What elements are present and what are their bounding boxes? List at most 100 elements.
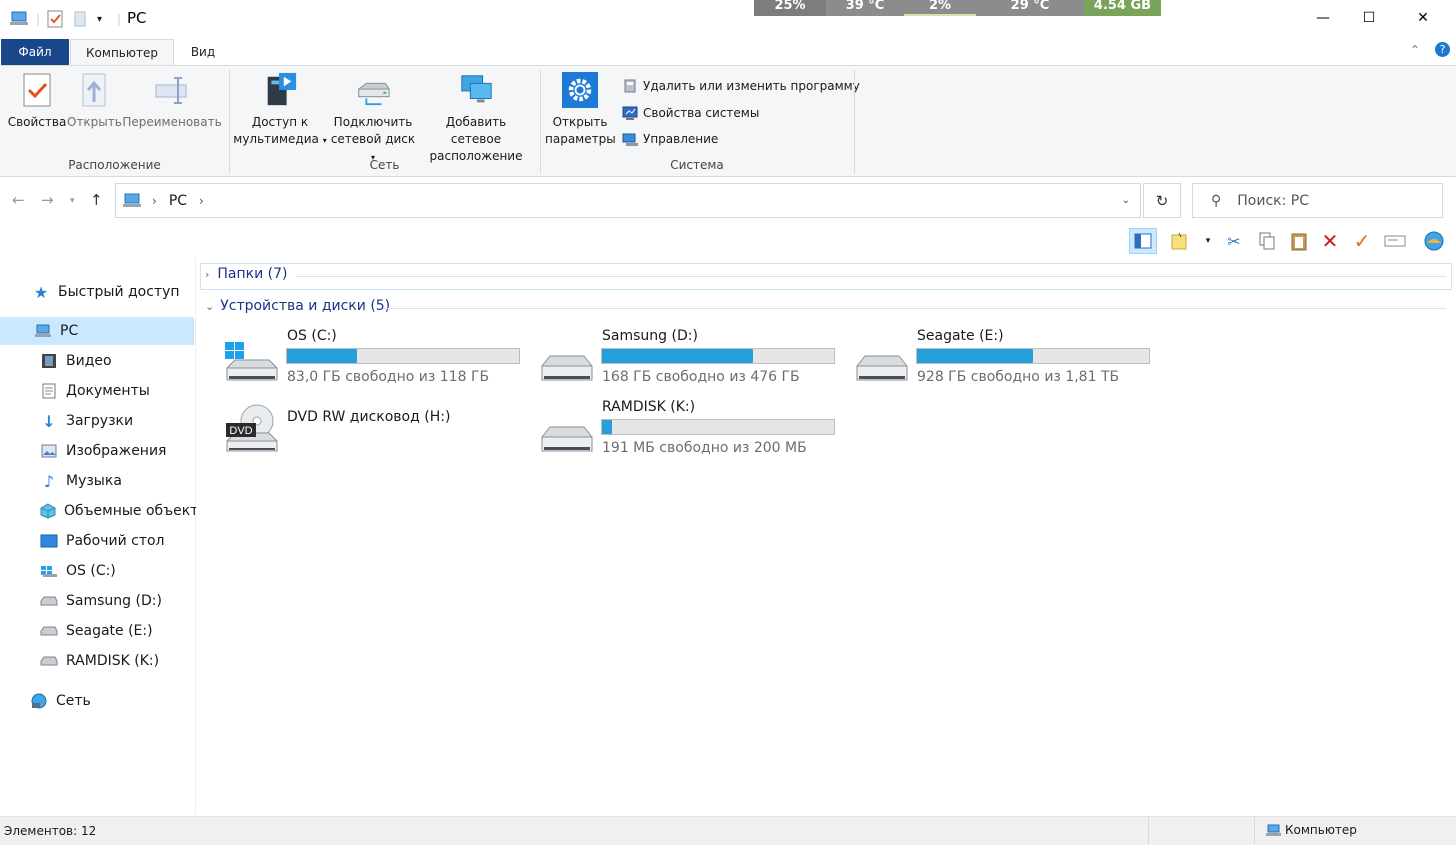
drive-icon xyxy=(40,592,58,610)
ribbon-panel: Свойства Открыть Переименовать Расположе… xyxy=(0,65,1456,177)
computer-icon xyxy=(1266,824,1281,836)
breadcrumb-chevron-icon[interactable]: › xyxy=(199,194,204,208)
address-dropdown-icon[interactable]: ⌄ xyxy=(1122,195,1130,206)
refresh-button[interactable]: ↻ xyxy=(1143,183,1181,218)
address-bar[interactable]: › PC › ⌄ xyxy=(115,183,1141,218)
system-properties-icon xyxy=(621,104,639,122)
devices-group-header[interactable]: ⌄ Устройства и диски (5) xyxy=(205,298,390,314)
recent-locations-icon[interactable]: ▾ xyxy=(70,196,75,206)
rename-field-icon[interactable] xyxy=(1383,228,1407,254)
network-icon xyxy=(30,692,48,710)
usage-bar-fill xyxy=(602,420,613,434)
usage-bar-fill xyxy=(602,349,753,363)
map-network-drive-button[interactable]: Подключить сетевой диск ▾ xyxy=(328,70,418,166)
uninstall-program-button[interactable]: Удалить или изменить программу xyxy=(621,75,860,97)
refresh-icon: ↻ xyxy=(1155,191,1169,210)
drive-tile-k[interactable]: RAMDISK (K:) 191 МБ свободно из 200 МБ xyxy=(536,397,841,461)
desktop-folder-icon xyxy=(40,532,58,550)
new-folder-quick-icon[interactable] xyxy=(74,10,86,28)
downloads-folder-icon: ↓ xyxy=(42,411,56,431)
gpu-usage: 2% xyxy=(904,0,976,16)
delete-icon[interactable]: ✕ xyxy=(1318,228,1342,254)
settings-gear-icon xyxy=(562,70,598,110)
quick-access-separator: | xyxy=(36,12,41,26)
sidebar-item-music[interactable]: ♪ Музыка xyxy=(40,467,122,495)
sidebar-item-drive-d[interactable]: Samsung (D:) xyxy=(40,587,162,615)
usage-bar xyxy=(286,348,520,364)
sidebar-item-drive-e[interactable]: Seagate (E:) xyxy=(40,617,153,645)
add-network-location-button[interactable]: Добавить сетевое расположение xyxy=(419,70,533,165)
drive-tile-e[interactable]: Seagate (E:) 928 ГБ свободно из 1,81 ТБ xyxy=(851,326,1156,390)
network-group-label: Сеть xyxy=(369,158,400,172)
dvd-drive-icon: DVD xyxy=(223,403,279,458)
ram-usage: 4.54 GB xyxy=(1084,0,1161,16)
rename-button[interactable]: Переименовать xyxy=(122,70,222,131)
search-icon: ⚲ xyxy=(1211,192,1222,209)
drive-icon xyxy=(853,352,909,387)
open-settings-button[interactable]: Открыть параметры xyxy=(545,70,616,148)
close-button[interactable]: ✕ xyxy=(1400,0,1446,36)
properties-icon xyxy=(19,70,55,110)
sidebar-item-3d-objects[interactable]: Объемные объекты xyxy=(40,497,196,525)
search-input[interactable]: Поиск: PC xyxy=(1237,193,1309,209)
breadcrumb-pc[interactable]: PC xyxy=(169,193,187,209)
sidebar-item-drive-c[interactable]: OS (C:) xyxy=(40,557,116,585)
up-arrow-icon[interactable]: ↑ xyxy=(90,191,103,209)
manage-button[interactable]: Управление xyxy=(621,128,718,150)
sidebar-item-desktop[interactable]: Рабочий стол xyxy=(40,527,165,555)
sidebar-item-drive-k[interactable]: RAMDISK (K:) xyxy=(40,647,159,675)
windows-drive-icon xyxy=(223,340,279,387)
sidebar-item-documents[interactable]: Документы xyxy=(40,377,150,405)
svg-text:DVD: DVD xyxy=(229,425,252,437)
copy-icon[interactable] xyxy=(1255,228,1279,254)
sidebar-item-downloads[interactable]: ↓ Загрузки xyxy=(40,407,133,435)
paste-icon[interactable] xyxy=(1287,228,1311,254)
collapse-ribbon-icon[interactable]: ⌃ xyxy=(1410,43,1420,57)
sidebar-item-pc[interactable]: PC xyxy=(0,317,194,345)
status-bar: Элементов: 12 Компьютер xyxy=(0,816,1456,845)
navigation-pane: ★ Быстрый доступ PC Видео Документы ↓ За… xyxy=(0,257,196,815)
tab-view[interactable]: Вид xyxy=(175,39,231,65)
breadcrumb-chevron-icon[interactable]: › xyxy=(152,194,157,208)
toolbar-dropdown-icon[interactable]: ▾ xyxy=(1196,228,1220,254)
open-icon xyxy=(76,70,112,110)
pc-icon xyxy=(34,322,52,340)
properties-button[interactable]: Свойства xyxy=(5,70,69,131)
sidebar-item-video[interactable]: Видео xyxy=(40,347,112,375)
sidebar-item-network[interactable]: Сеть xyxy=(30,687,91,715)
status-divider xyxy=(1148,817,1149,845)
drive-tile-c[interactable]: OS (C:) 83,0 ГБ свободно из 118 ГБ xyxy=(221,326,526,390)
drive-tile-dvd[interactable]: DVD DVD RW дисковод (H:) xyxy=(221,403,526,459)
uninstall-icon xyxy=(621,77,639,95)
system-properties-button[interactable]: Свойства системы xyxy=(621,102,759,124)
preview-pane-toggle[interactable] xyxy=(1129,228,1157,254)
open-button[interactable]: Открыть xyxy=(67,70,122,131)
group-separator xyxy=(854,70,855,174)
group-divider xyxy=(384,308,1446,309)
forward-arrow-icon[interactable]: → xyxy=(41,191,54,209)
computer-icon xyxy=(9,10,29,28)
drive-tile-d[interactable]: Samsung (D:) 168 ГБ свободно из 476 ГБ xyxy=(536,326,841,390)
web-globe-icon[interactable] xyxy=(1422,228,1446,254)
search-box[interactable]: ⚲ Поиск: PC xyxy=(1192,183,1443,218)
sidebar-item-quick-access[interactable]: ★ Быстрый доступ xyxy=(32,278,180,306)
minimize-button[interactable]: — xyxy=(1300,0,1346,36)
item-count: Элементов: 12 xyxy=(4,824,97,838)
3d-objects-folder-icon xyxy=(40,502,56,520)
drive-icon xyxy=(40,652,58,670)
video-folder-icon xyxy=(40,352,58,370)
tab-computer[interactable]: Компьютер xyxy=(70,39,174,65)
properties-quick-icon[interactable] xyxy=(47,10,63,28)
maximize-button[interactable]: ☐ xyxy=(1346,0,1392,36)
customize-quick-access-icon[interactable]: ▾ xyxy=(97,10,102,28)
checkmark-icon[interactable]: ✓ xyxy=(1350,228,1374,254)
location-group-label: Расположение xyxy=(68,158,161,172)
tab-file[interactable]: Файл xyxy=(1,39,69,65)
cut-icon[interactable]: ✂ xyxy=(1222,228,1246,254)
media-access-button[interactable]: Доступ к мультимедиа ▾ xyxy=(233,70,327,149)
back-arrow-icon[interactable]: ← xyxy=(12,191,25,209)
sidebar-item-pictures[interactable]: Изображения xyxy=(40,437,166,465)
new-note-icon[interactable] xyxy=(1168,228,1192,254)
drive-icon xyxy=(538,352,594,387)
help-icon[interactable]: ? xyxy=(1435,42,1450,57)
